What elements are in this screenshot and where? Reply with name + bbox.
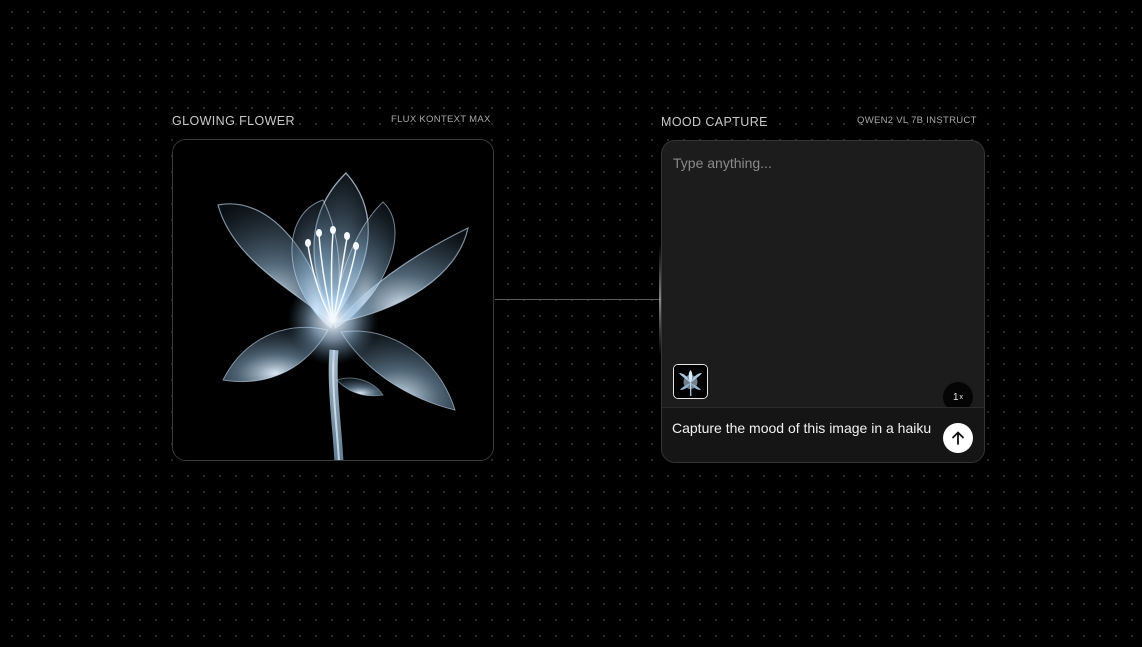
multiplier-suffix: x xyxy=(959,394,964,401)
image-node-model: FLUX KONTEXT MAX xyxy=(391,114,491,125)
chat-input-placeholder[interactable]: Type anything... xyxy=(673,155,772,171)
chat-node-title: MOOD CAPTURE xyxy=(661,115,768,129)
prompt-text[interactable]: Capture the mood of this image in a haik… xyxy=(672,420,931,436)
chat-footer: Capture the mood of this image in a haik… xyxy=(662,407,984,462)
glowing-flower-image xyxy=(173,140,493,460)
image-node[interactable] xyxy=(172,139,494,461)
multiplier-value: 1 xyxy=(952,391,959,403)
arrow-up-icon xyxy=(952,431,964,445)
send-button[interactable] xyxy=(943,423,973,453)
flower-thumbnail-icon xyxy=(674,365,707,398)
image-thumbnail[interactable] xyxy=(673,364,708,399)
image-node-title: GLOWING FLOWER xyxy=(172,114,295,128)
chat-node-model: QWEN2 VL 7B INSTRUCT xyxy=(857,115,977,126)
chat-node[interactable]: Type anything... 1x Capture the mood of … xyxy=(661,140,985,463)
node-connector xyxy=(495,299,661,300)
